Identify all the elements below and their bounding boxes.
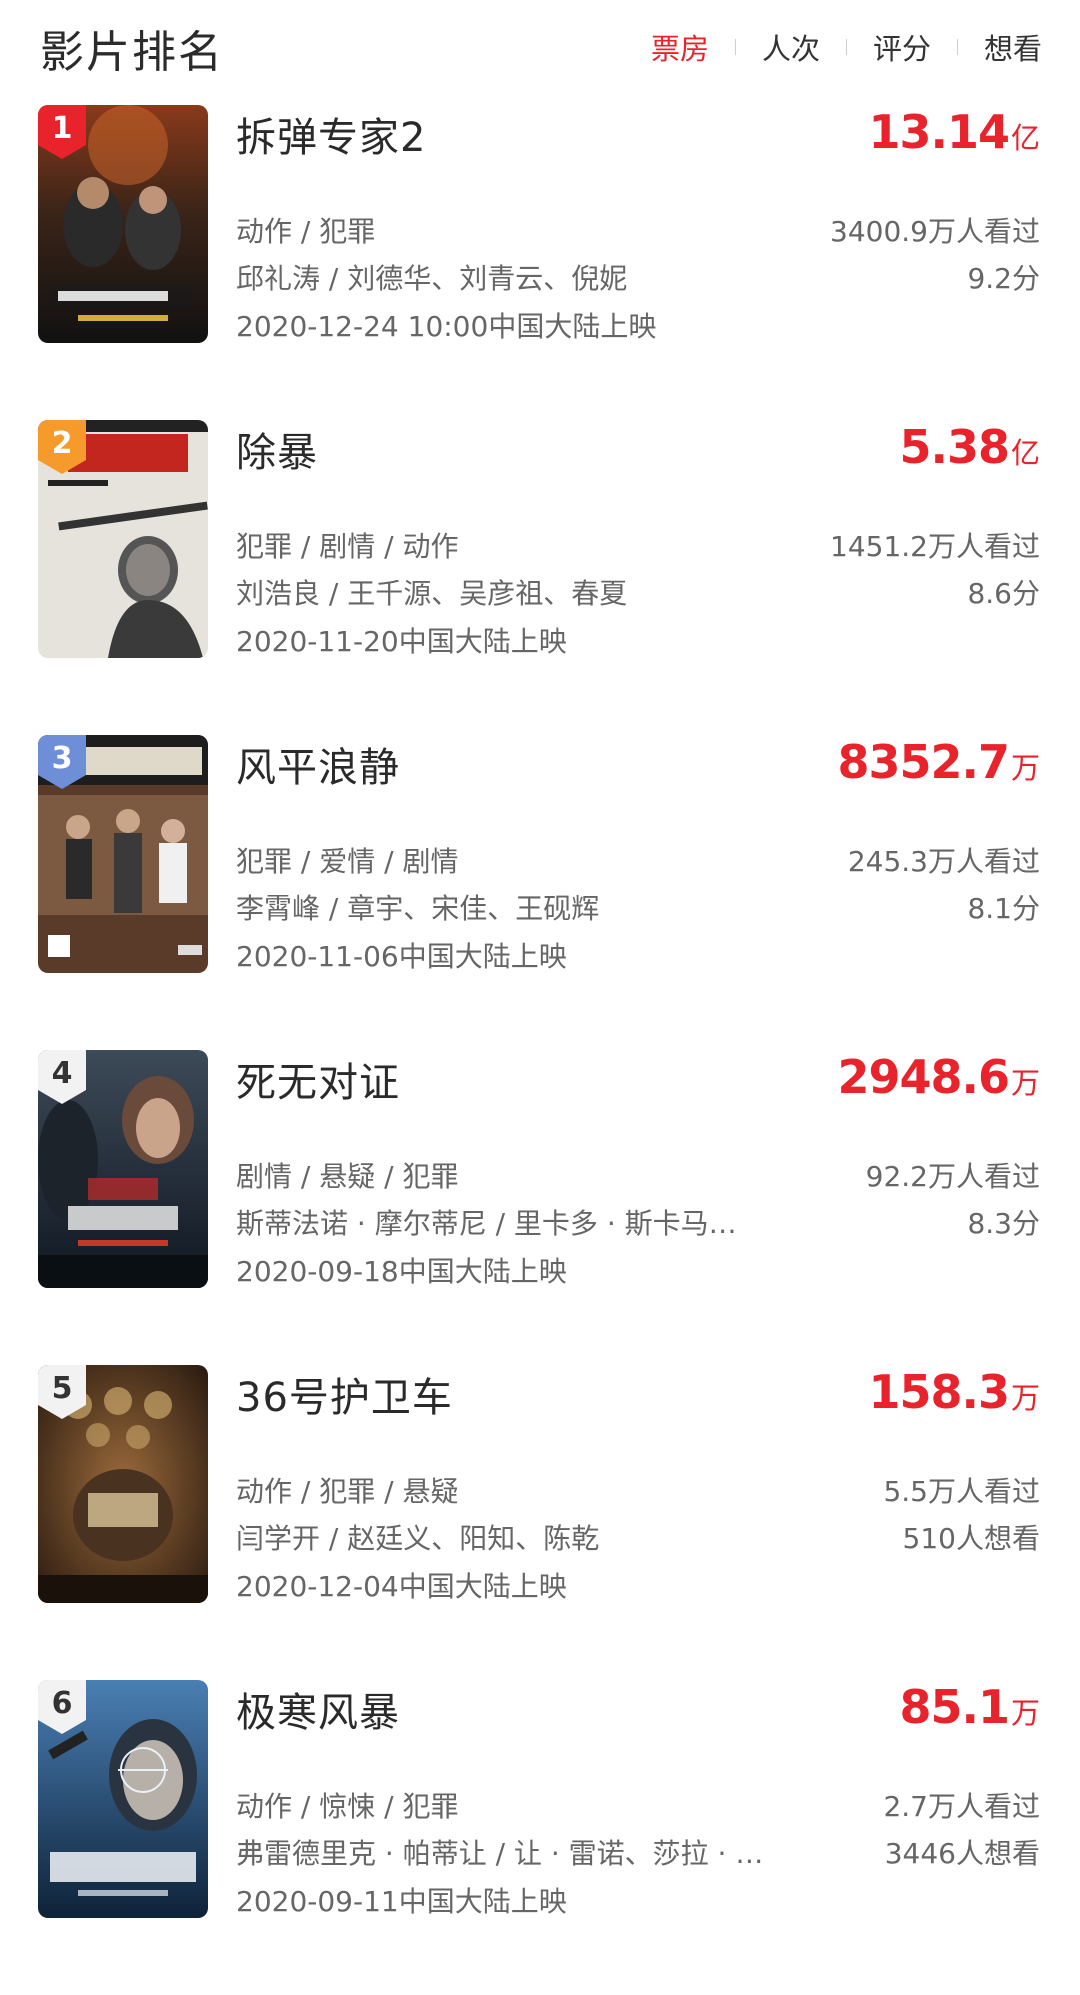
tab-divider — [956, 39, 958, 55]
movie-viewers: 92.2万人看过 — [865, 1160, 1040, 1193]
tab-want-to-see[interactable]: 想看 — [984, 26, 1042, 68]
rank-number: 3 — [51, 741, 73, 776]
movie-title[interactable]: 除暴 — [236, 420, 318, 478]
box-office-value: 13.14 — [868, 105, 1010, 159]
movie-genres: 犯罪 / 爱情 / 剧情 — [236, 845, 459, 878]
box-office-value: 158.3 — [868, 1365, 1010, 1419]
rank-badge: 1 — [38, 105, 86, 159]
header: 影片排名 票房 人次 评分 想看 — [0, 0, 1080, 96]
movie-genres: 动作 / 惊悚 / 犯罪 — [236, 1790, 459, 1823]
rank-number: 2 — [51, 426, 73, 461]
box-office: 5.38亿 — [899, 420, 1040, 474]
page-title: 影片排名 — [40, 27, 224, 78]
box-office-value: 85.1 — [899, 1680, 1009, 1734]
movie-release-date: 2020-11-06中国大陆上映 — [236, 940, 567, 973]
box-office-value: 2948.6 — [837, 1050, 1010, 1104]
movie-poster[interactable]: 6 — [38, 1680, 208, 1918]
movie-row[interactable]: 6 极寒风暴 85.1万 动作 / 惊悚 / 犯罪 弗雷德里克 · 帕蒂让 / … — [0, 1680, 1080, 1995]
tab-rating[interactable]: 评分 — [873, 26, 931, 68]
movie-title[interactable]: 死无对证 — [236, 1050, 400, 1108]
movie-rating: 9.2分 — [967, 262, 1040, 295]
movie-genres: 动作 / 犯罪 / 悬疑 — [236, 1475, 459, 1508]
tab-divider — [845, 39, 847, 55]
tab-attendance[interactable]: 人次 — [762, 26, 820, 68]
rank-number: 1 — [51, 111, 73, 146]
movie-row[interactable]: 2 除暴 5.38亿 犯罪 / 剧情 / 动作 刘浩良 / 王千源、吴彦祖、春夏… — [0, 420, 1080, 735]
movie-row[interactable]: 3 风平浪静 8352.7万 犯罪 / 爱情 / 剧情 李霄峰 / 章宇、宋佳、… — [0, 735, 1080, 1050]
movie-genres: 剧情 / 悬疑 / 犯罪 — [236, 1160, 459, 1193]
movie-viewers: 245.3万人看过 — [847, 845, 1040, 878]
movie-director-cast: 弗雷德里克 · 帕蒂让 / 让 · 雷诺、莎拉 · … — [236, 1837, 764, 1870]
movie-title[interactable]: 36号护卫车 — [236, 1365, 453, 1423]
movie-rating: 8.1分 — [967, 892, 1040, 925]
movie-row[interactable]: 5 36号护卫车 158.3万 动作 / 犯罪 / 悬疑 闫学开 / 赵廷义、阳… — [0, 1365, 1080, 1680]
movie-genres: 动作 / 犯罪 — [236, 215, 376, 248]
tab-divider — [734, 39, 736, 55]
movie-poster[interactable]: 3 — [38, 735, 208, 973]
movie-director-cast: 邱礼涛 / 刘德华、刘青云、倪妮 — [236, 262, 628, 295]
rank-badge: 2 — [38, 420, 86, 474]
rank-badge: 3 — [38, 735, 86, 789]
box-office-unit: 亿 — [1010, 436, 1040, 470]
movie-title[interactable]: 拆弹专家2 — [236, 105, 426, 163]
box-office: 8352.7万 — [837, 735, 1040, 789]
movie-poster[interactable]: 1 — [38, 105, 208, 343]
box-office: 85.1万 — [899, 1680, 1040, 1734]
box-office: 2948.6万 — [837, 1050, 1040, 1104]
rank-number: 5 — [51, 1371, 73, 1406]
movie-viewers: 5.5万人看过 — [883, 1475, 1040, 1508]
movie-rating: 8.6分 — [967, 577, 1040, 610]
movie-release-date: 2020-09-11中国大陆上映 — [236, 1885, 567, 1918]
movie-viewers: 1451.2万人看过 — [830, 530, 1040, 563]
rank-badge: 4 — [38, 1050, 86, 1104]
movie-title[interactable]: 风平浪静 — [236, 735, 400, 793]
box-office-value: 8352.7 — [837, 735, 1010, 789]
movie-release-date: 2020-12-04中国大陆上映 — [236, 1570, 567, 1603]
box-office-value: 5.38 — [899, 420, 1009, 474]
rank-badge: 6 — [38, 1680, 86, 1734]
box-office-unit: 万 — [1010, 1696, 1040, 1730]
movie-poster[interactable]: 5 — [38, 1365, 208, 1603]
movie-rating: 8.3分 — [967, 1207, 1040, 1240]
movie-want-to-see: 510人想看 — [902, 1522, 1040, 1555]
movie-release-date: 2020-12-24 10:00中国大陆上映 — [236, 310, 657, 343]
movie-director-cast: 刘浩良 / 王千源、吴彦祖、春夏 — [236, 577, 628, 610]
movie-release-date: 2020-09-18中国大陆上映 — [236, 1255, 567, 1288]
movie-ranking-list: 1 拆弹专家2 13.14亿 动作 / 犯罪 邱礼涛 / 刘德华、刘青云、倪妮 … — [0, 105, 1080, 1995]
movie-release-date: 2020-11-20中国大陆上映 — [236, 625, 567, 658]
box-office-unit: 万 — [1010, 751, 1040, 785]
box-office: 13.14亿 — [868, 105, 1040, 159]
box-office-unit: 万 — [1010, 1066, 1040, 1100]
movie-viewers: 2.7万人看过 — [883, 1790, 1040, 1823]
movie-genres: 犯罪 / 剧情 / 动作 — [236, 530, 459, 563]
movie-viewers: 3400.9万人看过 — [830, 215, 1040, 248]
movie-poster[interactable]: 2 — [38, 420, 208, 658]
movie-row[interactable]: 4 死无对证 2948.6万 剧情 / 悬疑 / 犯罪 斯蒂法诺 · 摩尔蒂尼 … — [0, 1050, 1080, 1365]
movie-director-cast: 斯蒂法诺 · 摩尔蒂尼 / 里卡多 · 斯卡马… — [236, 1207, 737, 1240]
movie-director-cast: 闫学开 / 赵廷义、阳知、陈乾 — [236, 1522, 600, 1555]
movie-want-to-see: 3446人想看 — [884, 1837, 1040, 1870]
rank-number: 6 — [51, 1686, 73, 1721]
tab-box-office[interactable]: 票房 — [651, 26, 709, 68]
movie-poster[interactable]: 4 — [38, 1050, 208, 1288]
sort-tabs: 票房 人次 评分 想看 — [651, 26, 1042, 68]
movie-director-cast: 李霄峰 / 章宇、宋佳、王砚辉 — [236, 892, 600, 925]
rank-badge: 5 — [38, 1365, 86, 1419]
box-office-unit: 万 — [1010, 1381, 1040, 1415]
rank-number: 4 — [51, 1056, 73, 1091]
movie-row[interactable]: 1 拆弹专家2 13.14亿 动作 / 犯罪 邱礼涛 / 刘德华、刘青云、倪妮 … — [0, 105, 1080, 420]
box-office-unit: 亿 — [1010, 121, 1040, 155]
movie-title[interactable]: 极寒风暴 — [236, 1680, 400, 1738]
box-office: 158.3万 — [868, 1365, 1040, 1419]
